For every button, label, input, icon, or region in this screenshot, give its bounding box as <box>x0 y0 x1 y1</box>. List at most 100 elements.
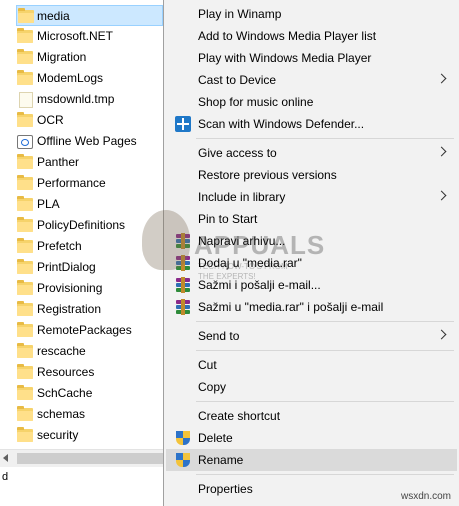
menu-item-copy[interactable]: Copy <box>166 376 457 398</box>
winrar-icon <box>175 255 191 271</box>
menu-item-napravi-arhivu[interactable]: Napravi arhivu... <box>166 230 457 252</box>
file-name: rescache <box>37 344 86 358</box>
file-name: security <box>37 428 79 442</box>
winrar-icon <box>175 233 191 249</box>
menu-separator <box>196 321 454 322</box>
menu-item-sa-mi-u-media-rar-i-po-alji-e-mail[interactable]: Sažmi u "media.rar" i pošalji e-mail <box>166 296 457 318</box>
file-list-item[interactable]: schemas <box>0 404 163 425</box>
menu-item-label: Sažmi u "media.rar" i pošalji e-mail <box>198 300 384 314</box>
file-name: Panther <box>37 155 80 169</box>
file-list-item[interactable]: SchCache <box>0 383 163 404</box>
menu-separator <box>196 474 454 475</box>
menu-item-shop-for-music-online[interactable]: Shop for music online <box>166 91 457 113</box>
menu-item-add-to-windows-media-player-list[interactable]: Add to Windows Media Player list <box>166 25 457 47</box>
winrar-icon <box>175 299 191 315</box>
file-name: PrintDialog <box>37 260 96 274</box>
file-list-item[interactable]: security <box>0 425 163 446</box>
file-list-item[interactable]: OCR <box>0 110 163 131</box>
folder-icon <box>17 217 33 232</box>
file-name: SchCache <box>37 386 93 400</box>
menu-item-label: Cut <box>198 358 217 372</box>
cutoff-row-above <box>18 0 78 3</box>
folder-icon <box>17 364 33 379</box>
file-name: Provisioning <box>37 281 103 295</box>
menu-item-cut[interactable]: Cut <box>166 354 457 376</box>
folder-icon <box>17 49 33 64</box>
folder-icon <box>18 8 34 23</box>
menu-item-sa-mi-i-po-alji-e-mail[interactable]: Sažmi i pošalji e-mail... <box>166 274 457 296</box>
file-name: media <box>37 9 70 23</box>
file-list-item[interactable]: media <box>16 5 163 26</box>
menu-item-label: Scan with Windows Defender... <box>198 117 365 131</box>
menu-item-dodaj-u-media-rar[interactable]: Dodaj u "media.rar" <box>166 252 457 274</box>
menu-item-label: Add to Windows Media Player list <box>198 29 377 43</box>
scroll-left-arrow-icon[interactable] <box>3 454 8 462</box>
menu-separator <box>196 401 454 402</box>
folder-icon <box>17 343 33 358</box>
chevron-right-icon <box>436 190 447 201</box>
folder-icon <box>17 385 33 400</box>
menu-item-restore-previous-versions[interactable]: Restore previous versions <box>166 164 457 186</box>
file-name: Performance <box>37 176 106 190</box>
file-list-item[interactable]: Provisioning <box>0 278 163 299</box>
file-name: Offline Web Pages <box>37 134 137 148</box>
menu-item-cast-to-device[interactable]: Cast to Device <box>166 69 457 91</box>
file-list-item[interactable]: RemotePackages <box>0 320 163 341</box>
file-name: schemas <box>37 407 86 421</box>
menu-item-send-to[interactable]: Send to <box>166 325 457 347</box>
status-area: d <box>0 467 163 506</box>
menu-item-label: Sažmi i pošalji e-mail... <box>198 278 321 292</box>
file-list-item[interactable]: ModemLogs <box>0 68 163 89</box>
file-list-item[interactable]: PLA <box>0 194 163 215</box>
menu-item-label: Include in library <box>198 190 286 204</box>
menu-item-delete[interactable]: Delete <box>166 427 457 449</box>
file-list-item[interactable]: Prefetch <box>0 236 163 257</box>
menu-item-give-access-to[interactable]: Give access to <box>166 142 457 164</box>
menu-item-label: Shop for music online <box>198 95 314 109</box>
uac-shield-icon <box>175 452 191 468</box>
file-list-item[interactable]: PolicyDefinitions <box>0 215 163 236</box>
menu-item-rename[interactable]: Rename <box>166 449 457 471</box>
folder-icon <box>17 175 33 190</box>
file-list-item[interactable]: Offline Web Pages <box>0 131 163 152</box>
chevron-right-icon <box>436 73 447 84</box>
folder-icon <box>17 259 33 274</box>
menu-item-label: Copy <box>198 380 227 394</box>
folder-icon <box>17 196 33 211</box>
horizontal-scrollbar[interactable] <box>0 449 163 467</box>
file-name: Registration <box>37 302 102 316</box>
file-name: Resources <box>37 365 95 379</box>
menu-item-scan-with-windows-defender[interactable]: Scan with Windows Defender... <box>166 113 457 135</box>
menu-item-play-with-windows-media-player[interactable]: Play with Windows Media Player <box>166 47 457 69</box>
file-list-item[interactable]: Microsoft.NET <box>0 26 163 47</box>
file-list-item[interactable]: rescache <box>0 341 163 362</box>
file-name: Microsoft.NET <box>37 29 114 43</box>
file-name: PLA <box>37 197 60 211</box>
shortcut-icon <box>17 135 33 149</box>
menu-item-label: Play with Windows Media Player <box>198 51 372 65</box>
folder-icon <box>17 406 33 421</box>
file-list-item[interactable]: msdownld.tmp <box>0 89 163 110</box>
menu-item-pin-to-start[interactable]: Pin to Start <box>166 208 457 230</box>
folder-icon <box>17 280 33 295</box>
folder-icon <box>17 154 33 169</box>
file-list-item[interactable]: Resources <box>0 362 163 383</box>
uac-shield-icon <box>175 430 191 446</box>
menu-item-include-in-library[interactable]: Include in library <box>166 186 457 208</box>
menu-item-play-in-winamp[interactable]: Play in Winamp <box>166 3 457 25</box>
menu-item-label: Delete <box>198 431 233 445</box>
folder-icon <box>17 238 33 253</box>
menu-separator <box>196 138 454 139</box>
file-list-item[interactable]: Migration <box>0 47 163 68</box>
menu-item-create-shortcut[interactable]: Create shortcut <box>166 405 457 427</box>
file-list-item[interactable]: Performance <box>0 173 163 194</box>
menu-item-label: Napravi arhivu... <box>198 234 286 248</box>
folder-icon <box>17 112 33 127</box>
menu-item-label: Restore previous versions <box>198 168 337 182</box>
chevron-right-icon <box>436 329 447 340</box>
file-list-item[interactable]: PrintDialog <box>0 257 163 278</box>
scrollbar-thumb[interactable] <box>17 453 163 464</box>
menu-item-label: Pin to Start <box>198 212 258 226</box>
file-list-item[interactable]: Registration <box>0 299 163 320</box>
file-list-item[interactable]: Panther <box>0 152 163 173</box>
